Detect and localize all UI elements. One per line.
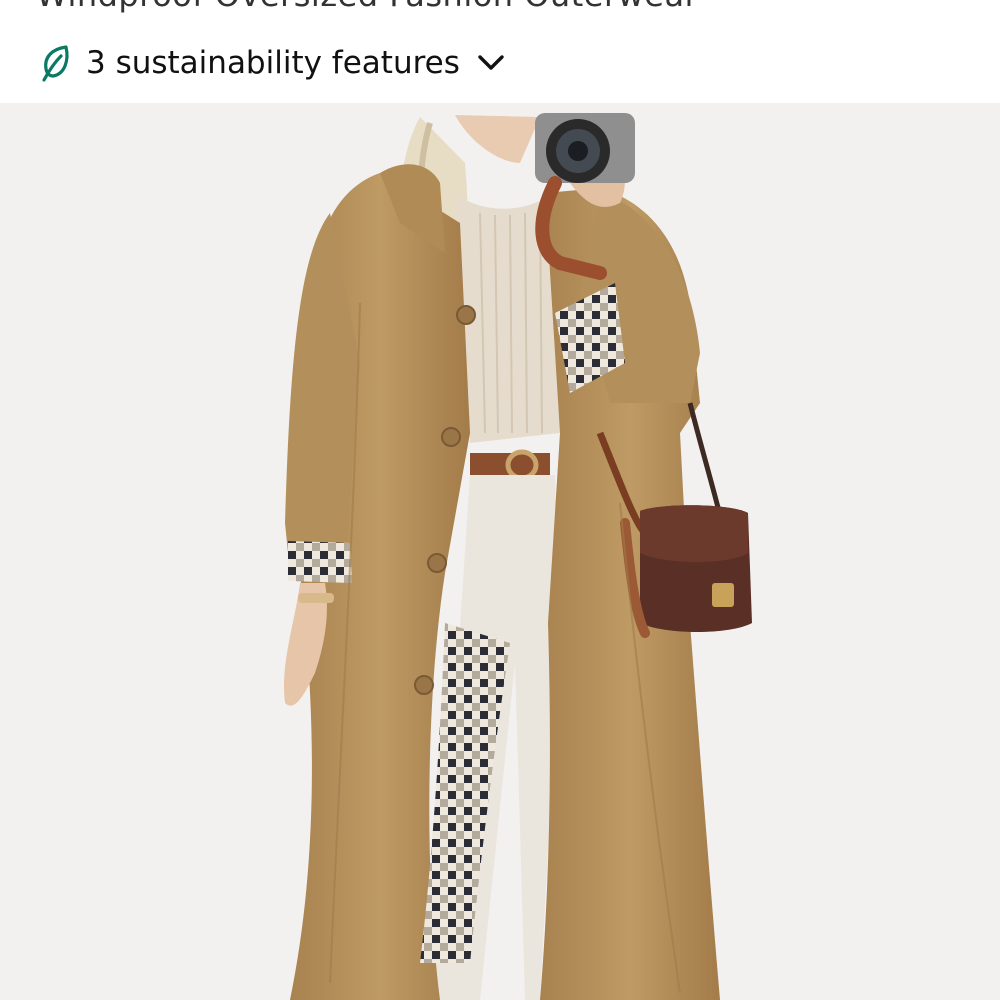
chevron-down-icon[interactable] bbox=[476, 52, 506, 74]
leaf-icon bbox=[42, 45, 69, 82]
product-image[interactable] bbox=[0, 103, 1000, 1000]
product-title: Windproof Oversized Fashion Outerwear bbox=[36, 0, 698, 14]
sustainability-label: 3 sustainability features bbox=[86, 44, 460, 81]
product-page: Windproof Oversized Fashion Outerwear 3 … bbox=[0, 0, 1000, 1000]
product-photo-illustration bbox=[283, 113, 752, 1000]
sustainability-features-toggle[interactable]: 3 sustainability features bbox=[40, 38, 506, 88]
